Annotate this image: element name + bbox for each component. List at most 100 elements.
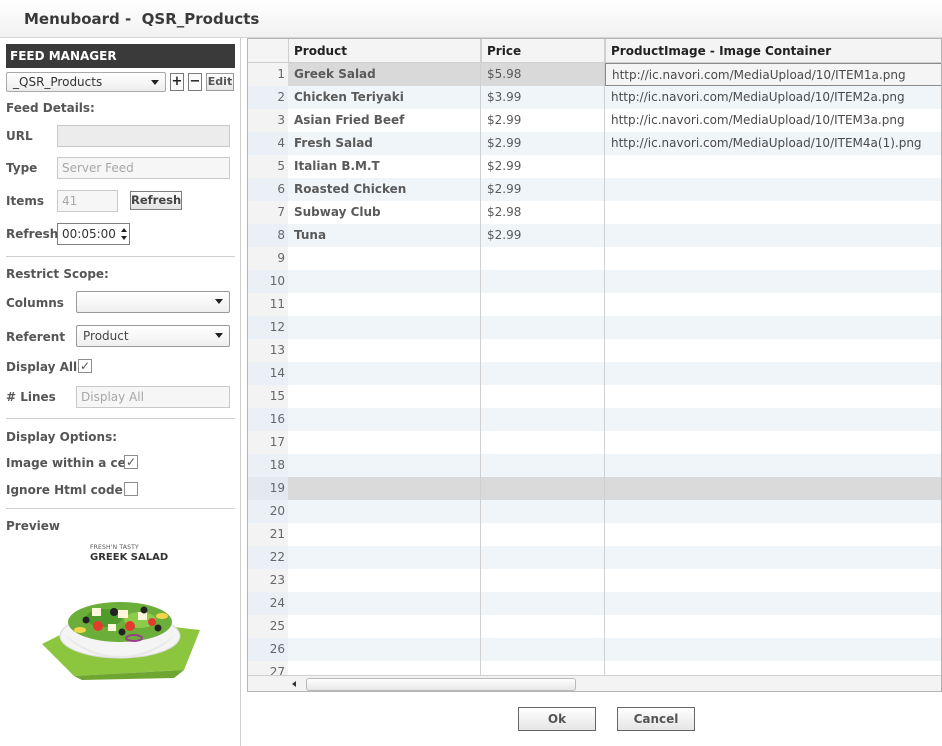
- price-cell[interactable]: [481, 546, 605, 569]
- table-row[interactable]: 1 Greek Salad $5.98 http://ic.navori.com/Me…: [248, 63, 941, 86]
- image-url-cell[interactable]: [605, 201, 941, 224]
- table-row[interactable]: 17: [248, 431, 941, 454]
- image-url-cell[interactable]: [605, 247, 941, 270]
- scrollbar-thumb[interactable]: [306, 678, 576, 691]
- column-header-product[interactable]: Product: [288, 39, 481, 63]
- price-cell[interactable]: $2.99: [481, 155, 605, 178]
- image-url-cell[interactable]: [605, 362, 941, 385]
- price-cell[interactable]: [481, 454, 605, 477]
- columns-dropdown[interactable]: [76, 291, 230, 313]
- type-field[interactable]: Server Feed: [57, 157, 230, 179]
- items-field[interactable]: 41: [57, 190, 118, 212]
- price-cell[interactable]: [481, 477, 605, 500]
- product-cell[interactable]: [288, 592, 480, 615]
- product-cell[interactable]: [288, 408, 480, 431]
- ignore-html-checkbox[interactable]: [124, 482, 138, 496]
- product-cell[interactable]: [288, 316, 480, 339]
- product-cell[interactable]: [288, 431, 480, 454]
- price-cell[interactable]: [481, 569, 605, 592]
- product-cell[interactable]: Roasted Chicken: [288, 178, 480, 201]
- table-row[interactable]: 22: [248, 546, 941, 569]
- table-row[interactable]: 24: [248, 592, 941, 615]
- image-url-cell[interactable]: [605, 316, 941, 339]
- price-cell[interactable]: [481, 270, 605, 293]
- table-row[interactable]: 14: [248, 362, 941, 385]
- table-row[interactable]: 10: [248, 270, 941, 293]
- table-row[interactable]: 19: [248, 477, 941, 500]
- image-url-cell[interactable]: http://ic.navori.com/MediaUpload/10/ITEM…: [605, 132, 941, 155]
- product-cell[interactable]: [288, 270, 480, 293]
- price-cell[interactable]: [481, 316, 605, 339]
- image-url-cell[interactable]: [605, 224, 941, 247]
- table-row[interactable]: 4 Fresh Salad $2.99 http://ic.navori.com/Me…: [248, 132, 941, 155]
- image-url-cell[interactable]: [605, 431, 941, 454]
- price-cell[interactable]: [481, 247, 605, 270]
- product-cell[interactable]: Subway Club: [288, 201, 480, 224]
- remove-feed-button[interactable]: −: [188, 73, 202, 91]
- image-url-cell[interactable]: [605, 454, 941, 477]
- table-row[interactable]: 25: [248, 615, 941, 638]
- table-row[interactable]: 18: [248, 454, 941, 477]
- product-cell[interactable]: Greek Salad: [288, 63, 480, 86]
- price-cell[interactable]: $2.99: [481, 109, 605, 132]
- table-row[interactable]: 12: [248, 316, 941, 339]
- image-url-cell[interactable]: [605, 178, 941, 201]
- product-cell[interactable]: [288, 454, 480, 477]
- spin-down-icon[interactable]: [121, 236, 127, 240]
- product-cell[interactable]: [288, 247, 480, 270]
- image-url-cell[interactable]: [605, 500, 941, 523]
- image-url-cell[interactable]: [605, 385, 941, 408]
- product-cell[interactable]: Asian Fried Beef: [288, 109, 480, 132]
- price-cell[interactable]: [481, 523, 605, 546]
- product-cell[interactable]: [288, 638, 480, 661]
- product-cell[interactable]: [288, 477, 480, 500]
- price-cell[interactable]: [481, 615, 605, 638]
- spin-up-icon[interactable]: [121, 228, 127, 232]
- table-row[interactable]: 20: [248, 500, 941, 523]
- product-cell[interactable]: [288, 385, 480, 408]
- product-cell[interactable]: [288, 523, 480, 546]
- image-within-cell-checkbox[interactable]: ✓: [124, 455, 138, 469]
- price-cell[interactable]: $2.99: [481, 178, 605, 201]
- image-url-cell[interactable]: [605, 339, 941, 362]
- table-row[interactable]: 13: [248, 339, 941, 362]
- cancel-button[interactable]: Cancel: [617, 707, 695, 731]
- table-row[interactable]: 6 Roasted Chicken $2.99: [248, 178, 941, 201]
- price-cell[interactable]: $2.99: [481, 224, 605, 247]
- image-url-cell[interactable]: [605, 569, 941, 592]
- edit-feed-button[interactable]: Edit: [206, 73, 234, 91]
- table-row[interactable]: 7 Subway Club $2.98: [248, 201, 941, 224]
- table-row[interactable]: 8 Tuna $2.99: [248, 224, 941, 247]
- image-url-cell[interactable]: [605, 638, 941, 661]
- feed-select[interactable]: _QSR_Products: [6, 72, 166, 92]
- image-url-cell[interactable]: [605, 546, 941, 569]
- image-url-cell[interactable]: [605, 155, 941, 178]
- product-cell[interactable]: [288, 293, 480, 316]
- product-cell[interactable]: Italian B.M.T: [288, 155, 480, 178]
- price-cell[interactable]: [481, 385, 605, 408]
- refresh-interval-stepper[interactable]: 00:05:00: [57, 223, 130, 245]
- price-cell[interactable]: [481, 431, 605, 454]
- product-cell[interactable]: Tuna: [288, 224, 480, 247]
- table-row[interactable]: 26: [248, 638, 941, 661]
- table-row[interactable]: 21: [248, 523, 941, 546]
- product-cell[interactable]: [288, 569, 480, 592]
- product-cell[interactable]: [288, 615, 480, 638]
- price-cell[interactable]: $2.99: [481, 132, 605, 155]
- add-feed-button[interactable]: +: [170, 73, 184, 91]
- image-url-cell[interactable]: http://ic.navori.com/MediaUpload/10/ITEM…: [605, 63, 941, 86]
- ok-button[interactable]: Ok: [518, 707, 596, 731]
- product-cell[interactable]: Fresh Salad: [288, 132, 480, 155]
- column-header-product-image[interactable]: ProductImage - Image Container: [605, 39, 941, 63]
- lines-field[interactable]: Display All: [76, 386, 230, 408]
- image-url-cell[interactable]: [605, 477, 941, 500]
- horizontal-scrollbar[interactable]: [248, 675, 941, 691]
- scroll-left-icon[interactable]: [292, 681, 296, 687]
- table-row[interactable]: 9: [248, 247, 941, 270]
- price-cell[interactable]: [481, 293, 605, 316]
- table-row[interactable]: 23: [248, 569, 941, 592]
- image-url-cell[interactable]: [605, 270, 941, 293]
- image-url-cell[interactable]: [605, 293, 941, 316]
- url-field[interactable]: [57, 125, 230, 147]
- price-cell[interactable]: [481, 592, 605, 615]
